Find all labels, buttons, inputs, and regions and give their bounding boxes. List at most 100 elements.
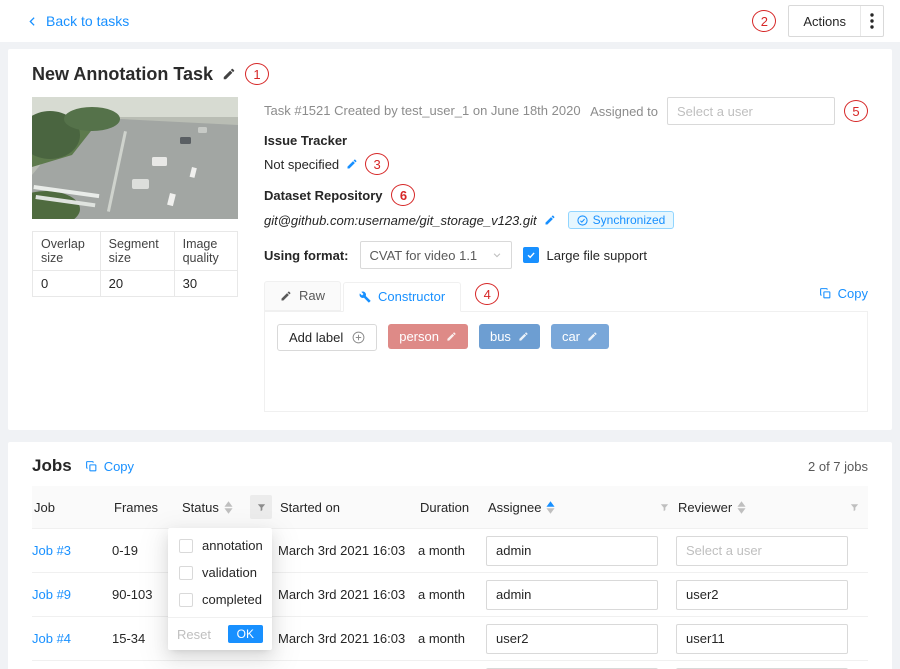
annotation-5: 5: [844, 100, 868, 122]
filter-option-completed[interactable]: completed: [168, 586, 272, 613]
large-file-label: Large file support: [547, 248, 647, 263]
reviewer-input[interactable]: [676, 536, 848, 566]
top-bar: Back to tasks 2 Actions: [0, 0, 900, 42]
reviewer-input[interactable]: [676, 580, 848, 610]
assignee-input[interactable]: [486, 624, 658, 654]
checkbox[interactable]: [179, 593, 193, 607]
filter-ok-button[interactable]: OK: [228, 625, 263, 643]
plus-circle-icon: [352, 331, 365, 344]
large-file-checkbox[interactable]: [523, 247, 539, 263]
label-chip-person[interactable]: person: [388, 324, 468, 349]
jobs-title: Jobs: [32, 456, 72, 476]
task-left-column: Overlap size Segment size Image quality …: [32, 97, 238, 412]
edit-repository-icon[interactable]: [544, 214, 556, 226]
format-row: Using format: CVAT for video 1.1 Large f…: [264, 241, 868, 269]
reviewer-sorter[interactable]: [737, 501, 746, 514]
jobs-copy-button[interactable]: Copy: [85, 459, 134, 474]
reviewer-input[interactable]: [676, 624, 848, 654]
checkbox[interactable]: [179, 539, 193, 553]
annotation-2: 2: [752, 10, 776, 32]
format-select-value: CVAT for video 1.1: [370, 248, 478, 263]
filter-option-annotation[interactable]: annotation: [168, 532, 272, 559]
large-file-checkbox-group[interactable]: Large file support: [523, 247, 647, 263]
started-cell: March 3rd 2021 16:03: [278, 631, 418, 646]
filter-option-validation[interactable]: validation: [168, 559, 272, 586]
format-select[interactable]: CVAT for video 1.1: [360, 241, 512, 269]
label-chip-bus[interactable]: bus: [479, 324, 540, 349]
param-value: 0: [33, 271, 101, 297]
issue-tracker-value: Not specified: [264, 157, 339, 172]
assignee-sorter[interactable]: [546, 501, 555, 514]
job-link[interactable]: Job #4: [32, 631, 71, 646]
label-chip-car[interactable]: car: [551, 324, 609, 349]
copy-icon: [85, 460, 98, 473]
issue-tracker-label: Issue Tracker: [264, 133, 347, 148]
annotation-1: 1: [245, 63, 269, 85]
dataset-repository-label: Dataset Repository: [264, 188, 382, 203]
vertical-dots-icon: [870, 13, 874, 29]
edit-label-icon[interactable]: [446, 331, 457, 342]
back-chevron-icon: [26, 15, 39, 28]
annotation-3: 3: [365, 153, 389, 175]
tab-raw[interactable]: Raw: [264, 281, 341, 311]
col-frames: Frames: [114, 500, 158, 515]
edit-issue-tracker-icon[interactable]: [346, 158, 358, 170]
assignee-input[interactable]: [486, 536, 658, 566]
table-row: Job #4 15-34 March 3rd 2021 16:03 a mont…: [32, 617, 868, 661]
reviewer-filter-button[interactable]: [849, 502, 860, 513]
job-link[interactable]: Job #9: [32, 587, 71, 602]
filter-option-label: annotation: [202, 538, 263, 553]
status-filter-button[interactable]: [250, 495, 272, 519]
task-right-column: Task #1521 Created by test_user_1 on Jun…: [264, 97, 868, 412]
sync-badge-label: Synchronized: [593, 213, 666, 227]
tab-constructor-label: Constructor: [378, 289, 445, 304]
col-assignee: Assignee: [488, 500, 541, 515]
param-value: 30: [174, 271, 237, 297]
status-sorter[interactable]: [224, 501, 233, 514]
copy-icon: [819, 287, 832, 300]
cvat-task-page: Back to tasks 2 Actions New Annotation T…: [0, 0, 900, 669]
annotation-6: 6: [391, 184, 415, 206]
topbar-right: 2 Actions: [752, 5, 884, 37]
label-chip-text: bus: [490, 329, 511, 344]
add-label-button[interactable]: Add label: [277, 324, 377, 351]
assignee-input[interactable]: [486, 580, 658, 610]
task-body: Overlap size Segment size Image quality …: [32, 97, 868, 412]
edit-label-icon[interactable]: [587, 331, 598, 342]
assignee-filter-button[interactable]: [659, 502, 670, 513]
annotation-4: 4: [475, 283, 499, 305]
sync-check-icon: [577, 215, 588, 226]
using-format-label: Using format:: [264, 248, 349, 263]
add-label-text: Add label: [289, 330, 343, 345]
funnel-icon: [256, 502, 267, 513]
jobs-header: Jobs Copy 2 of 7 jobs: [32, 456, 868, 476]
page-title: New Annotation Task: [32, 64, 213, 85]
task-preview-image: [32, 97, 238, 219]
chevron-down-icon: [492, 250, 502, 260]
assigned-to-label: Assigned to: [590, 104, 658, 119]
edit-label-icon[interactable]: [518, 331, 529, 342]
status-filter-dropdown: annotation validation completed Reset OK: [168, 528, 272, 650]
jobs-count: 2 of 7 jobs: [808, 459, 868, 474]
back-to-tasks-link[interactable]: Back to tasks: [26, 13, 129, 29]
more-dots-icon[interactable]: [861, 6, 883, 36]
edit-title-icon[interactable]: [222, 67, 236, 81]
job-link[interactable]: Job #3: [32, 543, 71, 558]
check-icon: [526, 250, 536, 260]
assignee-input[interactable]: [667, 97, 835, 125]
labels-tabs: Raw Constructor 4 Copy: [264, 281, 868, 312]
checkbox[interactable]: [179, 566, 193, 580]
actions-button[interactable]: Actions: [788, 5, 884, 37]
tab-constructor[interactable]: Constructor: [343, 282, 461, 312]
actions-label: Actions: [789, 6, 860, 36]
filter-option-label: completed: [202, 592, 262, 607]
task-details-card: New Annotation Task 1: [8, 49, 892, 430]
labels-copy-label: Copy: [838, 286, 868, 301]
label-chip-text: car: [562, 329, 580, 344]
param-header: Overlap size: [33, 232, 101, 271]
filter-reset-button[interactable]: Reset: [177, 627, 211, 642]
dataset-repository-section: Dataset Repository 6 git@github.com:user…: [264, 184, 868, 229]
labels-copy-button[interactable]: Copy: [819, 286, 868, 301]
jobs-table-header: Job Frames Status Started on Duration As…: [32, 486, 868, 529]
param-value: 20: [100, 271, 174, 297]
